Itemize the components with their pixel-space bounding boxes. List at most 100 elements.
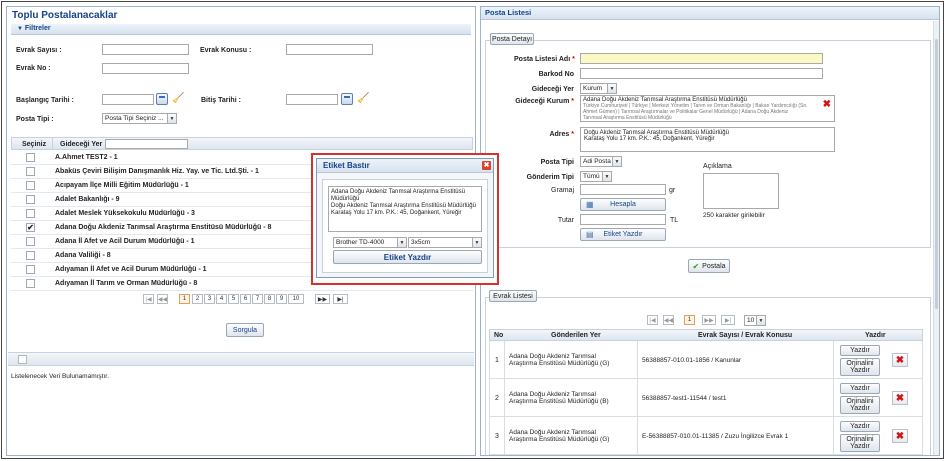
prev-page-button[interactable]: ◀◀ [663,315,674,325]
char-limit-hint: 250 karakter girilebilir [703,212,765,219]
page-4[interactable]: 4 [216,294,227,304]
evrak-sayisi-input[interactable] [102,44,189,55]
yazdir-button[interactable]: Yazdır [840,383,880,394]
page-7[interactable]: 7 [252,294,263,304]
page-5[interactable]: 5 [228,294,239,304]
calendar-icon[interactable] [156,93,168,105]
gidecegi-kurum-box[interactable]: Adana Doğu Akdeniz Tarımsal Araştırma En… [580,95,835,122]
evrak-sayisi-label: Evrak Sayısı : [16,47,62,54]
posta-detay-legend: Posta Detayı [490,33,534,45]
posta-listesi-adi-label: Posta Listesi Adı * [514,56,575,63]
tutar-input[interactable] [580,214,666,225]
scrollbar[interactable] [933,21,939,455]
row-checkbox[interactable] [26,237,35,246]
prev-page-button[interactable]: ◀◀ [157,294,168,304]
delete-button[interactable]: ✖ [892,391,908,405]
etiket-yazdir-button[interactable]: ▤ Etiket Yazdır [580,228,666,241]
clear-broom-icon[interactable]: 🧹 [357,93,369,105]
page-9[interactable]: 9 [276,294,287,304]
orijinalini-yazdir-button[interactable]: Orjinalini Yazdır [840,358,880,376]
posta-tipi-select[interactable]: Posta Tipi Seçiniz ... ▼ [102,113,177,124]
gr-unit: gr [669,187,676,194]
yazdir-button[interactable]: Yazdır [840,421,880,432]
aciklama-textarea[interactable] [703,173,779,209]
clear-broom-icon[interactable]: 🧹 [172,93,184,105]
page-6[interactable]: 6 [240,294,251,304]
hesapla-button[interactable]: ▦ Hesapla [580,198,666,211]
chevron-down-icon: ▼ [607,84,616,93]
remove-kurum-icon[interactable]: ✖ [823,99,831,110]
gidecegi-kurum-label: Gideceği Kurum * [515,98,574,105]
right-panel-title: Posta Listesi [481,7,939,20]
page-size-select[interactable]: 10 ▼ [744,315,766,326]
label-address-text[interactable]: Adana Doğu Akdeniz Tarımsal Araştırma En… [328,186,482,232]
filters-header[interactable]: ▼ Filtreler [11,24,471,35]
tl-unit: TL [670,217,679,224]
orijinalini-yazdir-button[interactable]: Orjinalini Yazdır [840,396,880,414]
calendar-icon[interactable] [341,93,353,105]
scrollbar-thumb[interactable] [935,39,938,309]
bitis-tarihi-input[interactable] [286,94,338,105]
gidecegi-yer-select[interactable]: Kurum ▼ [580,83,617,94]
page-10[interactable]: 10 [288,294,304,304]
delete-button[interactable]: ✖ [892,429,908,443]
gidecegi-yer-filter-input[interactable] [105,139,188,149]
delete-button[interactable]: ✖ [892,353,908,367]
postala-button[interactable]: ✔ Postala [688,259,730,273]
posta-tipi-select[interactable]: Adi Posta ▼ [580,156,622,167]
row-checkbox[interactable] [26,181,35,190]
close-icon: ✖ [895,354,905,366]
gramaj-input[interactable] [580,184,666,195]
evrak-konusu-input[interactable] [286,44,373,55]
page-8[interactable]: 8 [264,294,275,304]
page-1[interactable]: 1 [179,294,190,304]
baslangic-tarihi-label: Başlangıç Tarihi : [16,97,74,104]
orijinalini-yazdir-button[interactable]: Orjinalini Yazdır [840,434,880,452]
tutar-label: Tutar [557,217,574,224]
chevron-down-icon: ▼ [397,238,406,247]
yazdir-button[interactable]: Yazdır [840,345,880,356]
col-gonderilen-yer: Gönderilen Yer [551,332,601,339]
table-row: 2 Adana Doğu Akdeniz Tarımsal Araştırma … [489,379,923,417]
gonderim-tipi-label: Gönderim Tipi [526,174,574,181]
row-checkbox[interactable] [26,153,35,162]
page-2[interactable]: 2 [192,294,203,304]
posta-tipi-label: Posta Tipi [540,159,574,166]
page-3[interactable]: 3 [204,294,215,304]
kurum-path: Türkiye Cumhuriyeti | Türkiye | Merkezi … [583,103,808,121]
row-checkbox-checked[interactable]: ✔ [26,223,35,232]
row-checkbox[interactable] [26,279,35,288]
gonderim-tipi-select[interactable]: Tümü ▼ [580,171,612,182]
adres-textarea[interactable]: Doğu Akdeniz Tarımsal Araştırma Enstitüs… [580,127,835,152]
bitis-tarihi-label: Bitiş Tarihi : [201,97,241,104]
row-checkbox[interactable] [26,265,35,274]
label-size-select[interactable]: 3x5cm ▼ [408,237,482,248]
first-page-button[interactable]: |◀ [647,315,658,325]
empty-message: Listelenecek Veri Bulunamamıştır. [11,373,109,380]
col-seciniz: Seçiniz [22,141,47,148]
barkod-no-input[interactable] [580,68,823,79]
calculator-icon: ▦ [586,200,594,209]
close-icon: ✖ [895,430,905,442]
row-checkbox[interactable] [26,209,35,218]
next-page-button[interactable]: ▶▶ [702,315,716,325]
evrak-no-input[interactable] [102,63,189,74]
printer-icon: ▤ [586,230,594,239]
last-page-button[interactable]: ▶| [333,294,348,304]
left-panel-title: Toplu Postalanacaklar [12,10,118,21]
posta-listesi-adi-input[interactable] [580,53,823,64]
printer-select[interactable]: Brother TD-4000 ▼ [333,237,407,248]
dialog-etiket-yazdir-button[interactable]: Etiket Yazdır [333,250,482,264]
last-page-button[interactable]: ▶| [721,315,735,325]
filters-label: Filtreler [24,25,51,32]
row-checkbox[interactable] [26,195,35,204]
row-checkbox[interactable] [26,167,35,176]
baslangic-tarihi-input[interactable] [102,94,154,105]
select-all-checkbox[interactable] [18,355,27,364]
close-icon[interactable]: ✖ [482,161,491,170]
row-checkbox[interactable] [26,251,35,260]
page-1[interactable]: 1 [684,315,695,325]
sorgula-button[interactable]: Sorgula [226,323,264,337]
next-page-button[interactable]: ▶▶ [315,294,330,304]
first-page-button[interactable]: |◀ [143,294,154,304]
